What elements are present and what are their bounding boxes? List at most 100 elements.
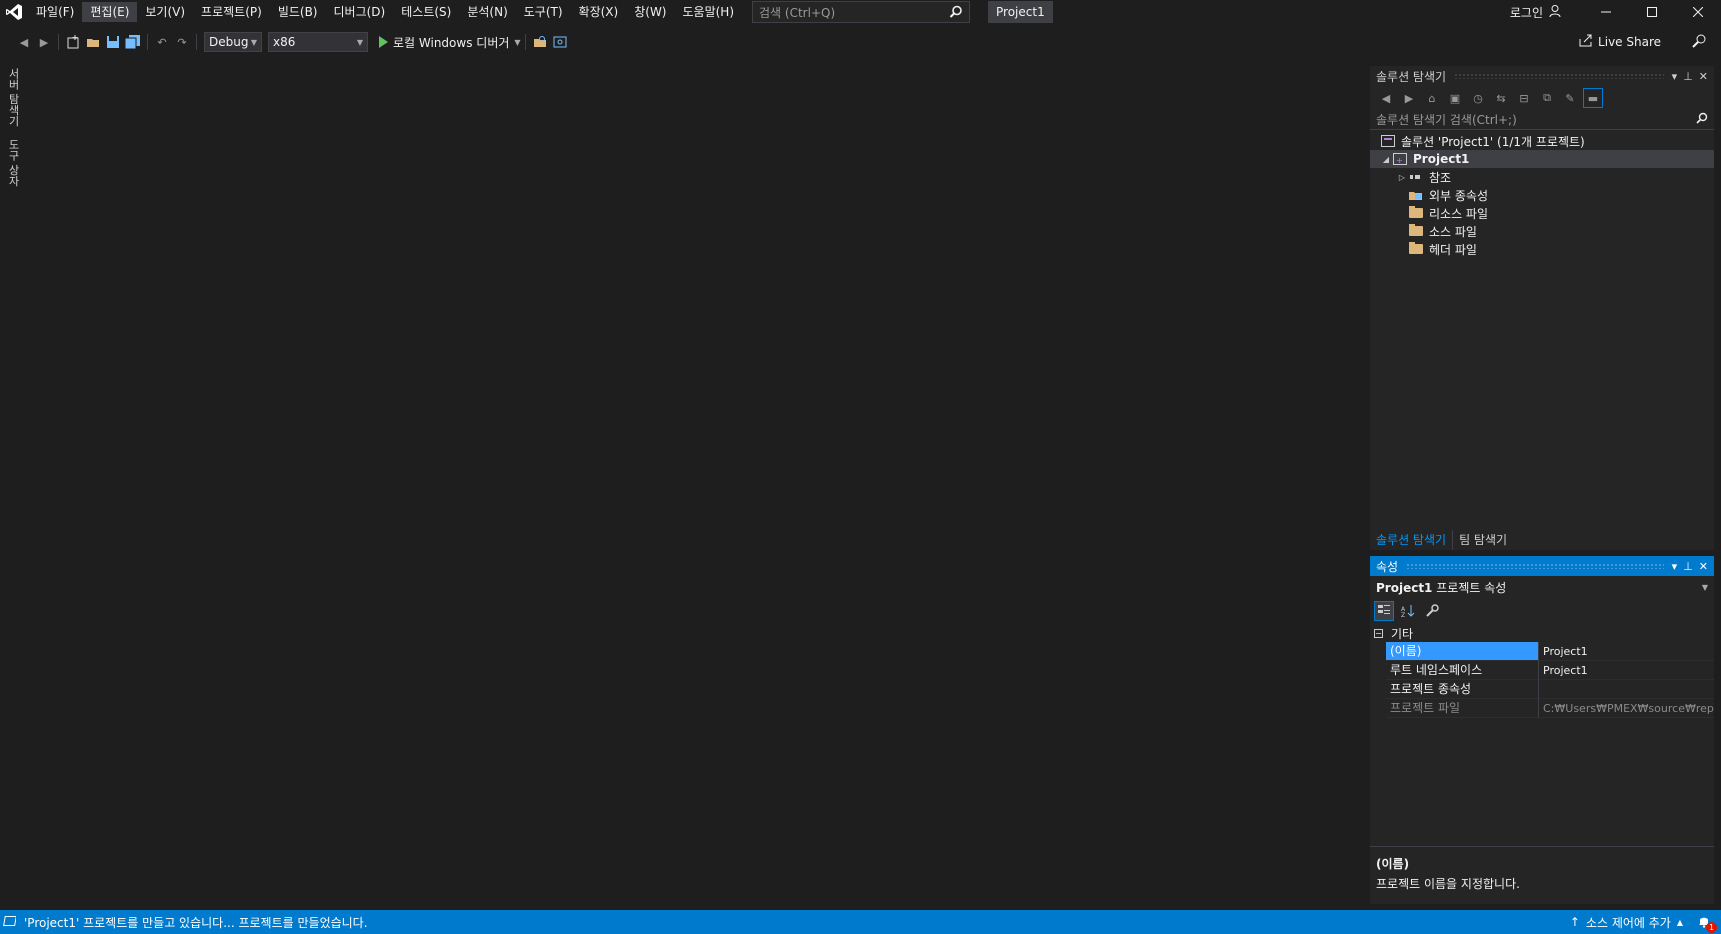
menu-help[interactable]: 도움말(H) <box>675 2 743 22</box>
tree-item[interactable]: 외부 종속성 <box>1370 186 1714 204</box>
solution-configuration-dropdown[interactable]: Debug ▼ <box>204 32 262 52</box>
visual-studio-logo-icon[interactable] <box>0 0 28 24</box>
navigate-back-icon[interactable]: ◀ <box>14 32 34 52</box>
categorized-icon[interactable] <box>1374 601 1394 621</box>
properties-object-selector[interactable]: Project1 프로젝트 속성 ▼ <box>1370 576 1714 598</box>
switch-views-icon[interactable]: ▣ <box>1445 88 1465 108</box>
menu-window[interactable]: 창(W) <box>626 2 674 22</box>
notification-count-badge: 1 <box>1706 921 1717 933</box>
alphabetical-icon[interactable]: AZ <box>1398 601 1418 621</box>
property-value[interactable]: Project1 <box>1538 642 1714 661</box>
close-icon[interactable]: ✕ <box>1699 70 1708 83</box>
solution-explorer-search[interactable]: 솔루션 탐색기 검색(Ctrl+;) <box>1370 110 1714 130</box>
menu-project[interactable]: 프로젝트(P) <box>193 2 270 22</box>
open-file-icon[interactable] <box>83 32 103 52</box>
tree-item[interactable]: 리소스 파일 <box>1370 204 1714 222</box>
close-icon[interactable]: ✕ <box>1699 560 1708 573</box>
tree-item[interactable]: 소스 파일 <box>1370 222 1714 240</box>
solution-explorer-panel: 솔루션 탐색기 ▾ ⊥ ✕ ◀ ▶ ⌂ ▣ ◷ ⇆ ⊟ ⧉ ✎ ▬ 솔루션 탐색… <box>1370 66 1714 550</box>
preview-selected-items-icon[interactable]: ▬ <box>1583 88 1603 108</box>
add-to-source-control-button[interactable]: ↑ 소스 제어에 추가 ▲ <box>1570 914 1683 931</box>
navigate-forward-icon[interactable]: ▶ <box>34 32 54 52</box>
back-icon[interactable]: ◀ <box>1376 88 1396 108</box>
tree-item[interactable]: 헤더 파일 <box>1370 240 1714 258</box>
property-name: 루트 네임스페이스 <box>1386 661 1538 680</box>
close-button[interactable] <box>1675 0 1721 24</box>
project-label: Project1 <box>1413 152 1470 166</box>
status-message-icon <box>2 915 17 930</box>
show-all-files-icon[interactable]: ⧉ <box>1537 88 1557 108</box>
tab-team-explorer[interactable]: 팀 탐색기 <box>1453 530 1513 550</box>
expanded-triangle-icon[interactable]: ◢ <box>1380 155 1392 164</box>
tree-item[interactable]: ▷ 참조 <box>1370 168 1714 186</box>
chevron-up-icon: ▲ <box>1676 917 1683 927</box>
tab-solution-explorer[interactable]: 솔루션 탐색기 <box>1370 530 1454 550</box>
feedback-icon[interactable] <box>1691 33 1707 52</box>
login-link[interactable]: 로그인 <box>1510 4 1543 21</box>
menu-tools[interactable]: 도구(T) <box>516 2 571 22</box>
collapsed-triangle-icon[interactable]: ▷ <box>1396 173 1408 182</box>
menu-debug[interactable]: 디버그(D) <box>326 2 394 22</box>
solution-search-placeholder: 솔루션 탐색기 검색(Ctrl+;) <box>1376 113 1517 127</box>
properties-toolbar: AZ <box>1370 598 1714 624</box>
toolbox-tab[interactable]: 도구 상자 <box>0 133 21 193</box>
sync-icon[interactable]: ⇆ <box>1491 88 1511 108</box>
pin-icon[interactable]: ⊥ <box>1683 560 1693 573</box>
header-grip[interactable] <box>1454 73 1664 79</box>
tree-project-node[interactable]: ◢ + Project1 <box>1370 150 1714 168</box>
home-icon[interactable]: ⌂ <box>1422 88 1442 108</box>
menu-view[interactable]: 보기(V) <box>137 2 193 22</box>
redo-icon[interactable]: ↷ <box>172 32 192 52</box>
header-grip[interactable] <box>1406 563 1664 569</box>
save-all-icon[interactable] <box>123 32 143 52</box>
window-position-dropdown-icon[interactable]: ▾ <box>1672 70 1678 83</box>
server-explorer-tab[interactable]: 서버 탐색기 <box>0 62 21 133</box>
find-in-files-icon[interactable] <box>530 32 550 52</box>
save-icon[interactable] <box>103 32 123 52</box>
property-pages-wrench-icon[interactable] <box>1422 601 1442 621</box>
title-right-area: 로그인 <box>1510 0 1721 24</box>
tree-solution-node[interactable]: 솔루션 'Project1' (1/1개 프로젝트) <box>1370 132 1714 150</box>
pin-icon[interactable]: ⊥ <box>1683 70 1693 83</box>
platform-value: x86 <box>273 35 296 49</box>
property-row[interactable]: 프로젝트 파일 C:₩Users₩PMEX₩source₩repos₩ <box>1370 699 1714 718</box>
property-row[interactable]: 프로젝트 종속성 <box>1370 680 1714 699</box>
source-control-label: 소스 제어에 추가 <box>1585 915 1671 930</box>
property-value[interactable]: Project1 <box>1538 661 1714 680</box>
svg-text:Z: Z <box>1401 612 1405 618</box>
solution-explorer-title: 솔루션 탐색기 <box>1376 69 1447 84</box>
collapse-category-icon[interactable]: − <box>1374 628 1383 638</box>
notifications-button[interactable]: 1 <box>1697 914 1717 933</box>
search-input[interactable]: 검색 (Ctrl+Q) <box>752 1 971 23</box>
property-name: 프로젝트 종속성 <box>1386 680 1538 699</box>
live-share-button[interactable]: Live Share <box>1579 33 1661 50</box>
pending-changes-filter-icon[interactable]: ◷ <box>1468 88 1488 108</box>
maximize-button[interactable] <box>1629 0 1675 24</box>
toolbar-separator <box>196 34 197 50</box>
solution-platform-dropdown[interactable]: x86 ▼ <box>268 32 368 52</box>
menu-test[interactable]: 테스트(S) <box>393 2 459 22</box>
collapse-all-icon[interactable]: ⊟ <box>1514 88 1534 108</box>
menu-extensions[interactable]: 확장(X) <box>571 2 627 22</box>
window-position-dropdown-icon[interactable]: ▾ <box>1672 560 1678 573</box>
property-category[interactable]: − 기타 <box>1370 624 1714 642</box>
menu-edit[interactable]: 편집(E) <box>82 2 138 22</box>
menu-file[interactable]: 파일(F) <box>28 2 82 22</box>
property-row[interactable]: 루트 네임스페이스 Project1 <box>1370 661 1714 680</box>
start-debugging-button[interactable]: 로컬 Windows 디버거 ▼ <box>379 34 521 51</box>
account-icon[interactable] <box>1549 4 1563 21</box>
properties-wrench-icon[interactable]: ✎ <box>1560 88 1580 108</box>
title-bar: 파일(F) 편집(E) 보기(V) 프로젝트(P) 빌드(B) 디버그(D) 테… <box>0 0 1721 24</box>
undo-icon[interactable]: ↶ <box>152 32 172 52</box>
forward-icon[interactable]: ▶ <box>1399 88 1419 108</box>
solution-name-badge: Project1 <box>988 1 1053 23</box>
description-title: (이름) <box>1376 857 1410 871</box>
solution-tree: 솔루션 'Project1' (1/1개 프로젝트) ◢ + Project1 … <box>1370 130 1714 258</box>
property-value[interactable] <box>1538 680 1714 699</box>
menu-analyze[interactable]: 분석(N) <box>459 2 515 22</box>
property-row[interactable]: (이름) Project1 <box>1370 642 1714 661</box>
minimize-button[interactable] <box>1583 0 1629 24</box>
screenshot-icon[interactable] <box>550 32 570 52</box>
new-project-icon[interactable] <box>63 32 83 52</box>
menu-build[interactable]: 빌드(B) <box>270 2 326 22</box>
